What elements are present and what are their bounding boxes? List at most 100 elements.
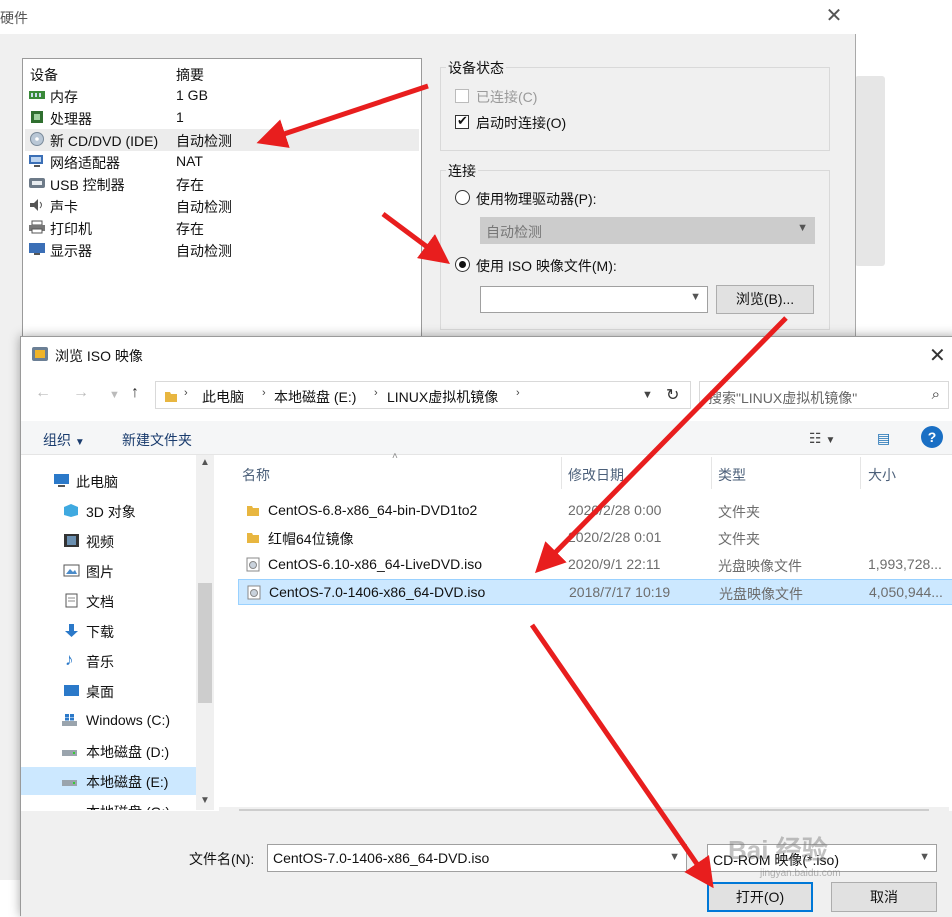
device-row-display[interactable]: 显示器 自动检测 xyxy=(25,239,419,261)
connect-at-power-on-checkbox[interactable]: ✔ xyxy=(455,113,469,129)
search-box[interactable]: 搜索"LINUX虚拟机镜像" ⌕ xyxy=(699,381,949,409)
device-row-printer[interactable]: 打印机 存在 xyxy=(25,217,419,239)
browse-button[interactable]: 浏览(B)... xyxy=(716,285,814,314)
device-row-sound[interactable]: 声卡 自动检测 xyxy=(25,195,419,217)
device-row-memory[interactable]: 内存 1 GB xyxy=(25,85,419,107)
column-divider[interactable] xyxy=(561,457,562,489)
tree-item-drive-e[interactable]: 本地磁盘 (E:) xyxy=(21,767,196,795)
organize-label: 组织 xyxy=(43,432,71,448)
scroll-down-icon[interactable]: ▼ xyxy=(200,795,210,806)
tree-item-label: 本地磁盘 (G:) xyxy=(86,802,170,810)
tree-item-documents[interactable]: 文档 xyxy=(21,587,196,615)
chevron-down-icon[interactable]: ▼ xyxy=(669,851,680,863)
pictures-icon xyxy=(63,564,80,577)
chevron-down-icon: ▼ xyxy=(797,222,808,234)
file-row[interactable]: 红帽64位镜像 2020/2/28 0:01 文件夹 xyxy=(238,525,952,551)
file-type: 文件夹 xyxy=(718,504,760,520)
device-row-processor[interactable]: 处理器 1 xyxy=(25,107,419,129)
forward-arrow-icon[interactable]: → xyxy=(73,384,89,402)
drive-icon xyxy=(62,780,77,786)
tree-item-videos[interactable]: 视频 xyxy=(21,527,196,555)
breadcrumb-this-pc[interactable]: 此电脑 xyxy=(202,387,244,407)
chevron-down-icon: ▼ xyxy=(690,291,701,303)
tree-item-desktop[interactable]: 桌面 xyxy=(21,677,196,705)
column-name[interactable]: 名称 xyxy=(242,465,270,485)
chevron-down-icon[interactable]: ▼ xyxy=(642,389,653,401)
file-name: 红帽64位镜像 xyxy=(268,531,354,547)
view-options-icon[interactable]: ☷ ▼ xyxy=(809,430,835,447)
file-modified: 2020/2/28 0:00 xyxy=(568,502,662,518)
device-row-cd-dvd[interactable]: 新 CD/DVD (IDE) 自动检测 xyxy=(25,129,419,151)
tree-item-drive-g[interactable]: 本地磁盘 (G:) xyxy=(21,797,196,810)
tree-item-pictures[interactable]: 图片 xyxy=(21,557,196,585)
tree-item-drive-d[interactable]: 本地磁盘 (D:) xyxy=(21,737,196,765)
display-icon xyxy=(29,243,45,255)
column-divider[interactable] xyxy=(860,457,861,489)
hardware-close-icon[interactable]: ✕ xyxy=(822,4,846,28)
iso-path-combo[interactable]: ▼ xyxy=(480,286,708,313)
breadcrumb-separator-icon: › xyxy=(516,387,520,399)
windows-drive-icon xyxy=(62,714,77,726)
recent-locations-icon[interactable]: ▼ xyxy=(109,389,120,401)
summary-column-header[interactable]: 摘要 xyxy=(176,65,204,83)
file-size: 1,993,728... xyxy=(868,556,942,572)
new-folder-button[interactable]: 新建文件夹 xyxy=(122,430,192,450)
help-icon[interactable]: ? xyxy=(921,426,943,448)
scroll-up-icon[interactable]: ▲ xyxy=(200,457,210,468)
device-name: 声卡 xyxy=(50,199,78,215)
download-icon xyxy=(65,624,78,637)
column-type[interactable]: 类型 xyxy=(718,465,746,485)
tree-item-downloads[interactable]: 下载 xyxy=(21,617,196,645)
device-name: 新 CD/DVD (IDE) xyxy=(50,133,159,149)
physical-drive-radio[interactable] xyxy=(455,190,470,205)
breadcrumb-separator-icon: › xyxy=(184,387,188,399)
browse-close-icon[interactable]: ✕ xyxy=(929,343,946,368)
scrollbar-thumb[interactable] xyxy=(198,583,212,703)
tree-item-label: 音乐 xyxy=(86,654,114,670)
radio-dot-icon xyxy=(459,261,466,268)
chevron-down-icon: ▼ xyxy=(919,851,930,863)
preview-pane-icon[interactable]: ▤ xyxy=(877,430,890,447)
connected-label: 已连接(C) xyxy=(476,89,538,105)
device-row-usb[interactable]: USB 控制器 存在 xyxy=(25,173,419,195)
breadcrumb-drive-e[interactable]: 本地磁盘 (E:) xyxy=(274,387,356,407)
tree-item-label: 下载 xyxy=(86,624,114,640)
file-size: 4,050,944... xyxy=(869,584,943,600)
navigation-scrollbar[interactable]: ▲ ▼ xyxy=(196,455,214,810)
processor-icon xyxy=(31,111,43,123)
tree-item-drive-c[interactable]: Windows (C:) xyxy=(21,707,196,735)
printer-icon xyxy=(29,220,45,234)
column-size[interactable]: 大小 xyxy=(868,465,896,485)
tree-item-label: 文档 xyxy=(86,594,114,610)
music-icon: ♪ xyxy=(65,650,74,669)
device-list[interactable]: 设备 摘要 内存 1 GB 处理器 1 新 CD/DVD (IDE) 自动检测 … xyxy=(22,58,422,348)
device-row-network[interactable]: 网络适配器 NAT xyxy=(25,151,419,173)
column-divider[interactable] xyxy=(711,457,712,489)
iso-image-radio[interactable] xyxy=(455,257,470,272)
file-row[interactable]: CentOS-6.8-x86_64-bin-DVD1to2 2020/2/28 … xyxy=(238,498,952,524)
back-arrow-icon[interactable]: ← xyxy=(35,384,51,402)
search-icon[interactable]: ⌕ xyxy=(932,386,940,403)
up-arrow-icon[interactable]: ↑ xyxy=(131,384,139,402)
device-column-header[interactable]: 设备 xyxy=(30,65,58,83)
cd-dvd-icon xyxy=(30,132,44,146)
file-row-selected[interactable]: CentOS-7.0-1406-x86_64-DVD.iso 2018/7/17… xyxy=(238,579,952,605)
physical-drive-select[interactable]: 自动检测 ▼ xyxy=(480,217,815,244)
connected-checkbox[interactable] xyxy=(455,89,469,103)
tree-item-3d-objects[interactable]: 3D 对象 xyxy=(21,497,196,525)
tree-item-label: 3D 对象 xyxy=(86,504,136,520)
tree-item-music[interactable]: ♪ 音乐 xyxy=(21,647,196,675)
breadcrumb-linux-folder[interactable]: LINUX虚拟机镜像 xyxy=(387,387,498,407)
memory-icon xyxy=(29,91,45,99)
organize-button[interactable]: 组织 ▼ xyxy=(43,430,85,450)
tree-item-label: 桌面 xyxy=(86,684,114,700)
column-modified[interactable]: 修改日期 xyxy=(568,465,624,485)
device-summary: NAT xyxy=(176,153,203,169)
address-bar[interactable]: › 此电脑 › 本地磁盘 (E:) › LINUX虚拟机镜像 › ▼ ↻ xyxy=(155,381,691,409)
device-summary: 1 GB xyxy=(176,87,208,103)
file-row[interactable]: CentOS-6.10-x86_64-LiveDVD.iso 2020/9/1 … xyxy=(238,552,952,578)
tree-item-this-pc[interactable]: 此电脑 xyxy=(21,467,196,495)
filename-input[interactable]: CentOS-7.0-1406-x86_64-DVD.iso ▼ xyxy=(267,844,687,872)
refresh-icon[interactable]: ↻ xyxy=(666,385,679,405)
folder-icon xyxy=(247,506,259,516)
